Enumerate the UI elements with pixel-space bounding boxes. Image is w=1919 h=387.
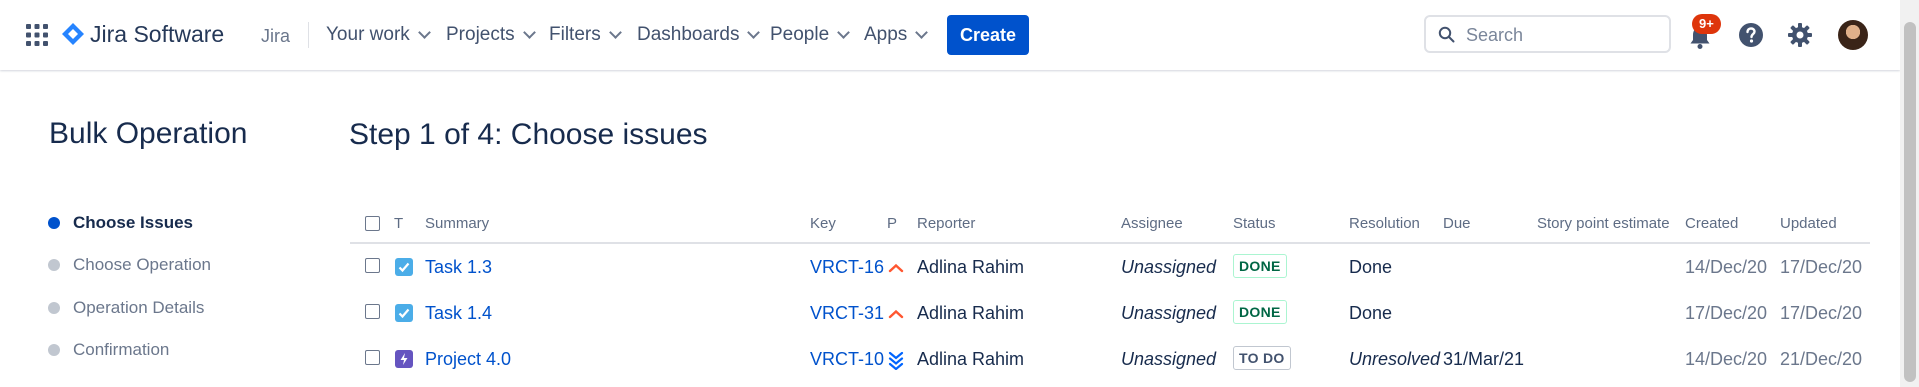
column-header-summary[interactable]: Summary	[425, 215, 489, 232]
app-switcher-icon[interactable]	[26, 24, 48, 46]
priority-lowest-icon	[888, 351, 904, 370]
column-header-created[interactable]: Created	[1685, 215, 1738, 232]
column-header-story-points[interactable]: Story point estimate	[1537, 215, 1670, 232]
chevron-down-icon	[608, 26, 622, 39]
step-label: Choose Issues	[73, 213, 193, 232]
settings-gear-icon[interactable]	[1787, 22, 1813, 48]
jira-logo-icon[interactable]	[62, 23, 84, 45]
task-type-icon	[395, 258, 413, 276]
chevron-down-icon	[915, 26, 929, 39]
table-header-divider	[350, 242, 1870, 244]
column-header-due[interactable]: Due	[1443, 215, 1471, 232]
row-checkbox[interactable]	[365, 258, 380, 273]
site-name[interactable]: Jira	[261, 26, 290, 47]
assignee-name: Unassigned	[1121, 349, 1217, 369]
nav-apps[interactable]: Apps	[864, 22, 929, 48]
row-checkbox[interactable]	[365, 304, 380, 319]
updated-date: 17/Dec/20	[1780, 257, 1863, 277]
user-avatar[interactable]	[1838, 20, 1868, 50]
column-header-key[interactable]: Key	[810, 215, 836, 232]
nav-label: Your work	[326, 24, 410, 45]
step-indicator	[48, 344, 60, 356]
sidebar-title: Bulk Operation	[49, 117, 248, 150]
assignee-name: Unassigned	[1121, 257, 1217, 277]
step-operation-details: Operation Details	[48, 298, 204, 318]
nav-dashboards[interactable]: Dashboards	[637, 22, 761, 48]
issue-key-link[interactable]: VRCT-31	[810, 303, 884, 324]
search-icon	[1438, 26, 1455, 43]
resolution-value: Unresolved	[1349, 349, 1441, 369]
updated-date: 17/Dec/20	[1780, 303, 1863, 323]
nav-filters[interactable]: Filters	[549, 22, 622, 48]
chevron-down-icon	[417, 26, 431, 39]
nav-label: Apps	[864, 24, 908, 45]
create-button[interactable]: Create	[947, 15, 1029, 55]
updated-date: 21/Dec/20	[1780, 349, 1863, 369]
product-name[interactable]: Jira Software	[90, 21, 224, 48]
column-header-resolution[interactable]: Resolution	[1349, 215, 1420, 232]
column-header-updated[interactable]: Updated	[1780, 215, 1837, 232]
help-icon[interactable]	[1738, 22, 1764, 48]
nav-label: Dashboards	[637, 24, 740, 45]
vertical-scrollbar[interactable]	[1900, 0, 1919, 387]
step-indicator	[48, 302, 60, 314]
column-header-type[interactable]: T	[394, 215, 403, 232]
step-choose-operation: Choose Operation	[48, 255, 211, 275]
resolution-value: Done	[1349, 303, 1393, 323]
issue-summary-link[interactable]: Task 1.3	[425, 257, 492, 278]
status-badge: DONE	[1233, 254, 1287, 278]
step-confirmation: Confirmation	[48, 340, 169, 360]
nav-divider	[308, 22, 309, 48]
priority-high-icon	[888, 309, 904, 319]
search-input[interactable]	[1464, 24, 1663, 47]
step-label: Operation Details	[73, 298, 205, 317]
step-choose-issues: Choose Issues	[48, 213, 193, 233]
step-indicator-active	[48, 217, 60, 229]
nav-projects[interactable]: Projects	[446, 22, 536, 48]
page-title: Step 1 of 4: Choose issues	[349, 118, 708, 151]
nav-label: People	[770, 24, 830, 45]
search-box[interactable]	[1424, 15, 1671, 53]
reporter-name: Adlina Rahim	[917, 303, 1025, 323]
priority-high-icon	[888, 263, 904, 273]
issue-key-link[interactable]: VRCT-16	[810, 257, 884, 278]
status-badge: DONE	[1233, 300, 1287, 324]
issue-summary-link[interactable]: Task 1.4	[425, 303, 492, 324]
column-header-reporter[interactable]: Reporter	[917, 215, 975, 232]
task-type-icon	[395, 304, 413, 322]
created-date: 14/Dec/20	[1685, 257, 1768, 277]
chevron-down-icon	[522, 26, 536, 39]
notification-badge: 9+	[1692, 14, 1721, 34]
created-date: 17/Dec/20	[1685, 303, 1768, 323]
step-label: Confirmation	[73, 340, 170, 359]
nav-people[interactable]: People	[770, 22, 851, 48]
nav-label: Projects	[446, 24, 515, 45]
created-date: 14/Dec/20	[1685, 349, 1768, 369]
reporter-name: Adlina Rahim	[917, 257, 1025, 277]
resolution-value: Done	[1349, 257, 1393, 277]
chevron-down-icon	[747, 26, 761, 39]
column-header-assignee[interactable]: Assignee	[1121, 215, 1183, 232]
scrollbar-thumb[interactable]	[1904, 22, 1916, 382]
status-badge: TO DO	[1233, 346, 1291, 370]
epic-type-icon	[395, 350, 413, 368]
nav-label: Filters	[549, 24, 601, 45]
top-navigation: Jira Software Jira Your work Projects Fi…	[0, 0, 1900, 70]
due-date: 31/Mar/21	[1443, 349, 1525, 369]
issue-key-link[interactable]: VRCT-10	[810, 349, 884, 370]
issue-summary-link[interactable]: Project 4.0	[425, 349, 511, 370]
row-checkbox[interactable]	[365, 350, 380, 365]
reporter-name: Adlina Rahim	[917, 349, 1025, 369]
chevron-down-icon	[837, 26, 851, 39]
column-header-status[interactable]: Status	[1233, 215, 1276, 232]
column-header-priority[interactable]: P	[887, 215, 897, 232]
assignee-name: Unassigned	[1121, 303, 1217, 323]
step-label: Choose Operation	[73, 255, 211, 274]
select-all-checkbox[interactable]	[365, 216, 380, 231]
nav-your-work[interactable]: Your work	[326, 22, 431, 48]
step-indicator	[48, 259, 60, 271]
